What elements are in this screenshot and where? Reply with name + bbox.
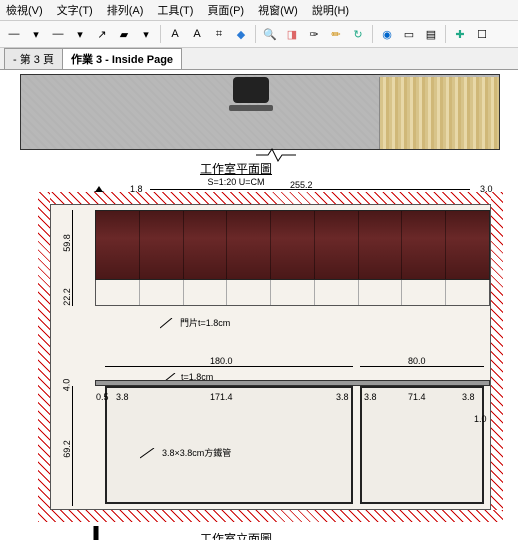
line-weight-dropdown[interactable]: — (4, 24, 24, 44)
elevation-title-text: 工作室立面圖 (200, 530, 272, 540)
dim-line-v2 (72, 386, 73, 506)
plan-scale-text: S=1:20 U=CM (200, 177, 272, 187)
menu-arrange[interactable]: 排列(A) (107, 2, 144, 18)
crop-tool[interactable]: ⌗ (209, 24, 229, 44)
dropdown-icon[interactable]: ▾ (70, 24, 90, 44)
tab-inside-page[interactable]: 作業 3 - Inside Page (62, 48, 182, 69)
dim-3-8d: 3.8 (462, 392, 475, 402)
menu-view[interactable]: 檢視(V) (6, 2, 43, 18)
dim-3-8b: 3.8 (336, 392, 349, 402)
redo-icon[interactable]: ↻ (348, 24, 368, 44)
eraser-tool[interactable]: ◨ (282, 24, 302, 44)
plan-title-text: 工作室平面圖 (200, 160, 272, 177)
arrow-style[interactable]: ↗ (92, 24, 112, 44)
floor-plan (20, 74, 500, 150)
corner-mark-icon (92, 524, 116, 540)
dim-line-v1 (72, 210, 73, 306)
separator (445, 25, 446, 43)
line-style-dropdown[interactable]: — (48, 24, 68, 44)
dropdown-icon[interactable]: ▾ (26, 24, 46, 44)
eyedropper-tool[interactable]: ✑ (304, 24, 324, 44)
dim-59-8: 59.8 (62, 234, 72, 252)
dim-3-8c: 3.8 (364, 392, 377, 402)
upper-cabinet (95, 210, 490, 280)
dim-22-2: 22.2 (62, 288, 72, 306)
wall-hatch-right (491, 192, 503, 522)
table-frame-2 (360, 386, 484, 504)
table-frame-1 (105, 386, 353, 504)
blue-shape-icon[interactable]: ◆ (231, 24, 251, 44)
drawing-canvas[interactable]: 工作室平面圖 S=1:20 U=CM 1.8 255.2 3.0 A 59.8 … (0, 70, 518, 540)
separator (160, 25, 161, 43)
elevation-title: 工作室立面圖 S=1:20 U=CM (200, 530, 272, 540)
add-icon[interactable]: ✚ (450, 24, 470, 44)
separator (372, 25, 373, 43)
tab-page3[interactable]: - 第 3 頁 (4, 48, 63, 69)
dim-3-8a: 3.8 (116, 392, 129, 402)
pencil-tool[interactable]: ✏ (326, 24, 346, 44)
menu-help[interactable]: 說明(H) (312, 2, 349, 18)
menu-window[interactable]: 視窗(W) (258, 2, 298, 18)
wall-hatch-left (38, 192, 50, 522)
label-tube: 3.8×3.8cm方鐵管 (140, 446, 231, 460)
dim-line-180 (105, 366, 353, 367)
separator (255, 25, 256, 43)
wood-floor-area (379, 77, 499, 149)
toolbar: — ▾ — ▾ ↗ ▰ ▾ A A ⌗ ◆ 🔍 ◨ ✑ ✏ ↻ ◉ ▭ ▤ ✚ … (0, 21, 518, 48)
dim-80: 80.0 (408, 356, 426, 366)
dim-71-4: 71.4 (408, 392, 426, 402)
zoom-tool[interactable]: 🔍 (260, 24, 280, 44)
color-fill[interactable]: ▰ (114, 24, 134, 44)
menu-bar: 檢視(V) 文字(T) 排列(A) 工具(T) 頁面(P) 視窗(W) 說明(H… (0, 0, 518, 21)
font-tool[interactable]: A (165, 24, 185, 44)
dim-0-5: 0.5 (96, 392, 109, 402)
plan-title: 工作室平面圖 S=1:20 U=CM (200, 160, 272, 187)
wall-hatch-top (38, 192, 503, 204)
stop-icon[interactable]: ◉ (377, 24, 397, 44)
lower-cabinet-panes (95, 280, 490, 306)
dim-171-4: 171.4 (210, 392, 233, 402)
menu-page[interactable]: 頁面(P) (207, 2, 244, 18)
dim-180: 180.0 (210, 356, 233, 366)
chair-symbol (227, 77, 275, 111)
tab-bar: - 第 3 頁 作業 3 - Inside Page (0, 48, 518, 70)
dim-line-80 (360, 366, 484, 367)
rect-tool[interactable]: ▭ (399, 24, 419, 44)
menu-text[interactable]: 文字(T) (57, 2, 93, 18)
dim-4-0: 4.0 (61, 379, 71, 392)
layers-icon[interactable]: ▤ (421, 24, 441, 44)
dim-69-2: 69.2 (62, 440, 72, 458)
wall-hatch-bottom (38, 510, 503, 522)
dim-255-2: 255.2 (290, 180, 313, 190)
dim-1-0: 1.0 (474, 414, 487, 424)
group-icon[interactable]: ☐ (472, 24, 492, 44)
label-door-thickness: 門片t=1.8cm (160, 316, 230, 330)
menu-tools[interactable]: 工具(T) (157, 2, 193, 18)
style-a[interactable]: A (187, 24, 207, 44)
dropdown-icon[interactable]: ▾ (136, 24, 156, 44)
